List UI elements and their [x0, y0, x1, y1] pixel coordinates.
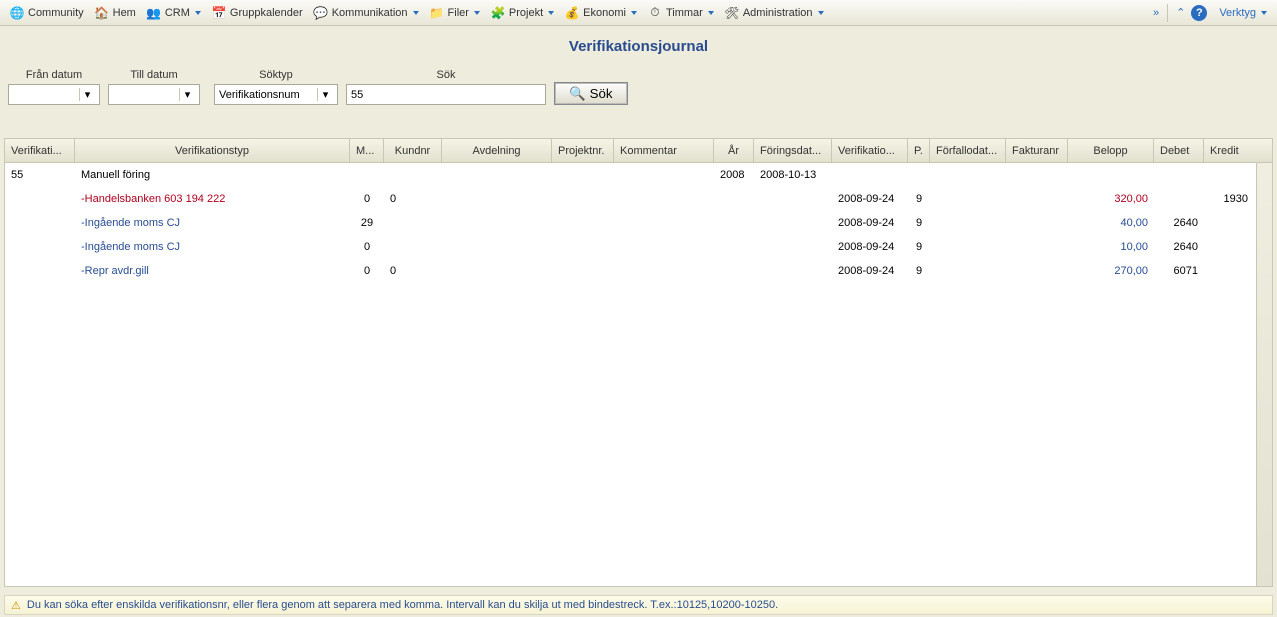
journal-grid: Verifikati... Verifikationstyp M... Kund…: [4, 138, 1273, 587]
tools-label: Verktyg: [1219, 7, 1256, 19]
collapse-up-icon[interactable]: ⌃: [1176, 6, 1185, 19]
toolbar-item-label: Gruppkalender: [230, 7, 303, 19]
table-row[interactable]: -Repr avdr.gill002008-09-249270,006071: [5, 259, 1256, 283]
chevron-down-icon: ▾: [317, 88, 333, 101]
community-icon: 🌐: [9, 5, 25, 21]
chevron-down-icon: [818, 11, 824, 15]
timmar-icon: ⏱: [647, 5, 663, 21]
to-date-input[interactable]: ▾: [108, 84, 200, 105]
toolbar-item-label: Projekt: [509, 7, 543, 19]
toolbar-item-label: Kommunikation: [332, 7, 408, 19]
expand-icon[interactable]: »: [1153, 7, 1159, 19]
chevron-down-icon: [708, 11, 714, 15]
grid-body[interactable]: 55Manuell föring20082008-10-13-Handelsba…: [5, 163, 1272, 586]
toolbar-item-projekt[interactable]: 🧩Projekt: [485, 2, 559, 24]
chevron-down-icon: [631, 11, 637, 15]
col-avdelning[interactable]: Avdelning: [442, 139, 552, 162]
col-ar[interactable]: År: [714, 139, 754, 162]
table-row[interactable]: -Ingående moms CJ292008-09-24940,002640: [5, 211, 1256, 235]
col-debet[interactable]: Debet: [1154, 139, 1204, 162]
chevron-down-icon: [474, 11, 480, 15]
hint-footer: ⚠ Du kan söka efter enskilda verifikatio…: [4, 595, 1273, 615]
toolbar-item-hem[interactable]: 🏠Hem: [89, 2, 141, 24]
footer-text: Du kan söka efter enskilda verifikations…: [27, 599, 778, 611]
toolbar-item-label: Hem: [113, 7, 136, 19]
toolbar-item-label: Community: [28, 7, 84, 19]
soktyp-select[interactable]: Verifikationsnum ▾: [214, 84, 338, 105]
toolbar-item-label: Filer: [448, 7, 469, 19]
toolbar-item-community[interactable]: 🌐Community: [4, 2, 89, 24]
from-date-label: Från datum: [8, 69, 100, 84]
help-icon[interactable]: ?: [1191, 5, 1207, 21]
page-title: Verifikationsjournal: [6, 32, 1271, 65]
chevron-down-icon: [1261, 11, 1267, 15]
search-input[interactable]: [346, 84, 546, 105]
col-foringsdatum[interactable]: Föringsdat...: [754, 139, 832, 162]
filer-icon: 📁: [429, 5, 445, 21]
grid-header: Verifikati... Verifikationstyp M... Kund…: [5, 139, 1272, 163]
toolbar-item-label: Ekonomi: [583, 7, 626, 19]
toolbar-item-label: Administration: [743, 7, 813, 19]
table-row[interactable]: -Ingående moms CJ02008-09-24910,002640: [5, 235, 1256, 259]
search-icon: 🔍: [569, 86, 586, 102]
col-fakturanr[interactable]: Fakturanr: [1006, 139, 1068, 162]
col-kredit[interactable]: Kredit: [1204, 139, 1254, 162]
col-verifikationstyp[interactable]: Verifikationstyp: [75, 139, 350, 162]
col-verifikation[interactable]: Verifikati...: [5, 139, 75, 162]
toolbar-item-ekonomi[interactable]: 💰Ekonomi: [559, 2, 642, 24]
toolbar-item-label: Timmar: [666, 7, 703, 19]
main-panel: Verifikationsjournal Från datum ▾ Till d…: [0, 26, 1277, 593]
col-m[interactable]: M...: [350, 139, 384, 162]
from-date-input[interactable]: ▾: [8, 84, 100, 105]
toolbar-separator: [1167, 4, 1168, 22]
chevron-down-icon: [195, 11, 201, 15]
toolbar-item-kommunikation[interactable]: 💬Kommunikation: [308, 2, 424, 24]
chevron-down-icon: ▾: [79, 88, 95, 101]
main-toolbar: 🌐Community🏠Hem👥CRM📅Gruppkalender💬Kommuni…: [0, 0, 1277, 26]
hem-icon: 🏠: [94, 5, 110, 21]
toolbar-item-filer[interactable]: 📁Filer: [424, 2, 485, 24]
chevron-down-icon: [413, 11, 419, 15]
search-button[interactable]: 🔍 Sök: [554, 82, 628, 105]
col-belopp[interactable]: Belopp: [1068, 139, 1154, 162]
kommunikation-icon: 💬: [313, 5, 329, 21]
chevron-down-icon: [548, 11, 554, 15]
search-row: Från datum ▾ Till datum ▾ Söktyp Verifik…: [6, 65, 1271, 111]
to-date-label: Till datum: [108, 69, 200, 84]
col-p[interactable]: P.: [908, 139, 930, 162]
toolbar-item-timmar[interactable]: ⏱Timmar: [642, 2, 719, 24]
col-projektnr[interactable]: Projektnr.: [552, 139, 614, 162]
ekonomi-icon: 💰: [564, 5, 580, 21]
col-verifikationsdatum[interactable]: Verifikatio...: [832, 139, 908, 162]
info-icon: ⚠: [11, 599, 21, 612]
gruppkalender-icon: 📅: [211, 5, 227, 21]
table-row[interactable]: 55Manuell föring20082008-10-13: [5, 163, 1256, 187]
crm-icon: 👥: [146, 5, 162, 21]
table-row[interactable]: -Handelsbanken 603 194 222002008-09-2493…: [5, 187, 1256, 211]
search-button-label: Sök: [590, 86, 613, 101]
vertical-scrollbar[interactable]: [1256, 163, 1272, 586]
col-kundnr[interactable]: Kundnr: [384, 139, 442, 162]
projekt-icon: 🧩: [490, 5, 506, 21]
toolbar-item-label: CRM: [165, 7, 190, 19]
col-kommentar[interactable]: Kommentar: [614, 139, 714, 162]
administration-icon: 🛠: [724, 5, 740, 21]
col-forfallodatum[interactable]: Förfallodat...: [930, 139, 1006, 162]
chevron-down-icon: ▾: [179, 88, 195, 101]
sok-field-label: Sök: [346, 69, 546, 84]
tools-menu[interactable]: Verktyg: [1213, 7, 1273, 19]
toolbar-item-crm[interactable]: 👥CRM: [141, 2, 206, 24]
soktyp-label: Söktyp: [214, 69, 338, 84]
toolbar-item-gruppkalender[interactable]: 📅Gruppkalender: [206, 2, 308, 24]
toolbar-item-administration[interactable]: 🛠Administration: [719, 2, 829, 24]
